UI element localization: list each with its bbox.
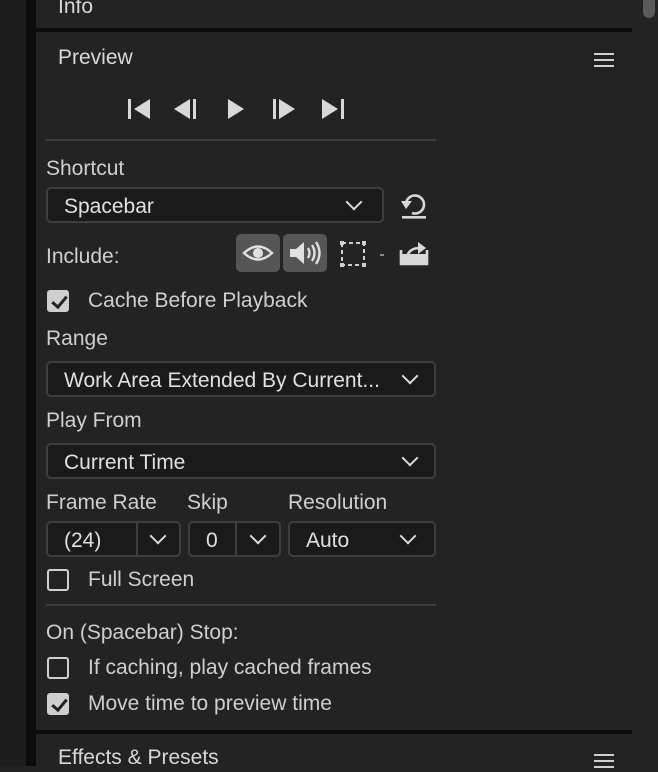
first-frame-icon[interactable]: [126, 96, 154, 122]
range-value: Work Area Extended By Current...: [64, 369, 380, 392]
shortcut-dropdown[interactable]: Spacebar: [46, 187, 384, 223]
frame-rate-label: Frame Rate: [46, 491, 157, 514]
range-dropdown[interactable]: Work Area Extended By Current...: [46, 361, 436, 397]
panel-separator: [36, 28, 632, 32]
shortcut-label: Shortcut: [46, 157, 125, 180]
play-from-value: Current Time: [64, 451, 186, 474]
panel-divider[interactable]: [26, 0, 36, 766]
export-output-icon[interactable]: [398, 238, 430, 268]
chevron-down-icon: [401, 449, 419, 467]
include-video-toggle[interactable]: [236, 234, 280, 272]
resolution-dropdown[interactable]: Auto: [288, 521, 436, 557]
include-label: Include:: [46, 245, 120, 268]
shortcut-value: Spacebar: [64, 195, 154, 218]
reset-shortcut-icon[interactable]: [398, 191, 430, 221]
include-overlays-toggle[interactable]: [331, 234, 375, 272]
range-label: Range: [46, 327, 108, 350]
cache-before-playback-checkbox[interactable]: [47, 290, 69, 312]
preview-panel-title[interactable]: Preview: [58, 46, 133, 70]
skip-value: 0: [206, 529, 218, 552]
previous-frame-icon[interactable]: [171, 96, 199, 122]
preview-panel-menu-icon[interactable]: [594, 53, 614, 71]
last-frame-icon[interactable]: [318, 96, 346, 122]
resolution-value: Auto: [306, 529, 350, 552]
full-screen-label[interactable]: Full Screen: [88, 568, 194, 592]
left-panel-edge: [0, 0, 26, 766]
next-frame-icon[interactable]: [270, 96, 298, 122]
include-audio-toggle[interactable]: [283, 234, 327, 272]
effects-panel-menu-icon[interactable]: [594, 754, 614, 772]
chevron-down-icon: [345, 193, 363, 211]
scrollbar-thumb[interactable]: [643, 0, 655, 18]
chevron-down-icon: [399, 527, 417, 545]
frame-rate-dropdown[interactable]: (24): [46, 521, 181, 557]
play-cached-frames-label[interactable]: If caching, play cached frames: [88, 656, 372, 680]
divider: [46, 604, 436, 606]
effects-presets-panel-title[interactable]: Effects & Presets: [58, 746, 219, 770]
skip-label: Skip: [187, 491, 228, 514]
on-stop-label: On (Spacebar) Stop:: [46, 621, 239, 644]
scrollbar-track[interactable]: [640, 0, 658, 766]
split-divider: [136, 523, 138, 555]
split-divider: [235, 523, 237, 555]
play-cached-frames-checkbox[interactable]: [47, 657, 69, 679]
speaker-icon: [290, 241, 321, 265]
resolution-label: Resolution: [288, 491, 388, 514]
play-from-label: Play From: [46, 409, 142, 432]
chevron-down-icon: [401, 367, 419, 385]
cache-before-playback-label[interactable]: Cache Before Playback: [88, 289, 307, 313]
play-from-dropdown[interactable]: Current Time: [46, 443, 436, 479]
chevron-down-icon: [149, 527, 167, 545]
eye-icon: [242, 245, 274, 261]
play-icon[interactable]: [222, 96, 248, 122]
move-time-checkbox[interactable]: [47, 693, 69, 715]
skip-dropdown[interactable]: 0: [188, 521, 281, 557]
frame-rate-value: (24): [64, 529, 102, 552]
separator-dot: [380, 254, 384, 256]
divider: [46, 139, 436, 141]
overlay-frame-icon: [340, 241, 366, 267]
panel-separator: [36, 730, 632, 734]
move-time-label[interactable]: Move time to preview time: [88, 692, 332, 716]
chevron-down-icon: [249, 527, 267, 545]
info-panel-title[interactable]: Info: [58, 0, 93, 19]
full-screen-checkbox[interactable]: [47, 569, 69, 591]
